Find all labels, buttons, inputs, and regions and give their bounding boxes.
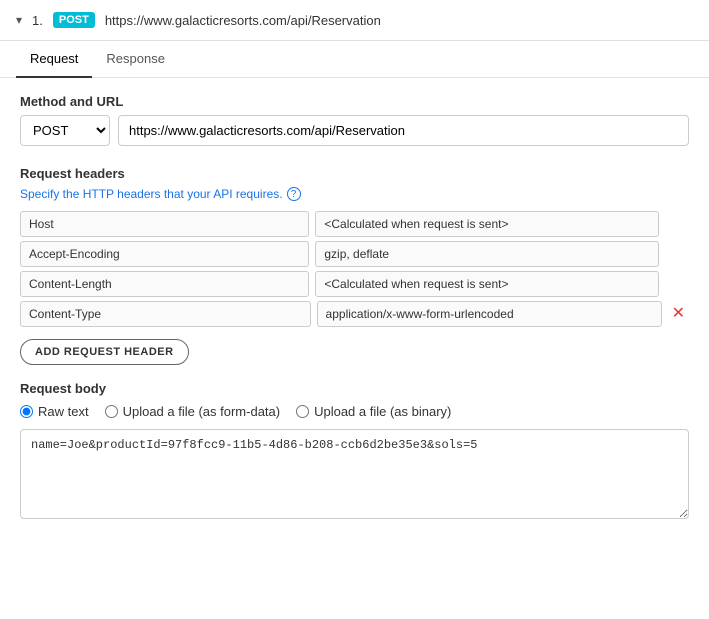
tab-request[interactable]: Request xyxy=(16,41,92,78)
radio-form-data-input[interactable] xyxy=(105,405,118,418)
top-url-text: https://www.galacticresorts.com/api/Rese… xyxy=(105,13,381,28)
headers-subtitle-text: Specify the HTTP headers that your API r… xyxy=(20,187,283,201)
body-textarea[interactable]: name=Joe&productId=97f8fcc9-11b5-4d86-b2… xyxy=(20,429,689,519)
header-row-3: ✕ xyxy=(20,301,689,327)
header-key-2[interactable] xyxy=(20,271,309,297)
header-key-1[interactable] xyxy=(20,241,309,267)
chevron-icon[interactable]: ▾ xyxy=(16,13,22,27)
method-badge: POST xyxy=(53,12,95,28)
header-value-3[interactable] xyxy=(317,301,662,327)
headers-subtitle: Specify the HTTP headers that your API r… xyxy=(20,187,689,201)
radio-binary-label: Upload a file (as binary) xyxy=(314,404,451,419)
header-key-0[interactable] xyxy=(20,211,309,237)
radio-raw-text-label: Raw text xyxy=(38,404,89,419)
method-url-row: POST GET PUT DELETE PATCH xyxy=(20,115,689,146)
radio-binary-input[interactable] xyxy=(296,405,309,418)
method-select[interactable]: POST GET PUT DELETE PATCH xyxy=(20,115,110,146)
header-row-2 xyxy=(20,271,689,297)
radio-form-data-label: Upload a file (as form-data) xyxy=(123,404,281,419)
header-value-2[interactable] xyxy=(315,271,659,297)
request-headers-section: Request headers Specify the HTTP headers… xyxy=(20,166,689,365)
radio-binary[interactable]: Upload a file (as binary) xyxy=(296,404,451,419)
main-content: Method and URL POST GET PUT DELETE PATCH… xyxy=(0,78,709,538)
header-row-0 xyxy=(20,211,689,237)
radio-raw-text[interactable]: Raw text xyxy=(20,404,89,419)
url-input[interactable] xyxy=(118,115,689,146)
header-value-0[interactable] xyxy=(315,211,659,237)
step-number: 1. xyxy=(32,13,43,28)
header-key-3[interactable] xyxy=(20,301,311,327)
header-row-1 xyxy=(20,241,689,267)
body-section-title: Request body xyxy=(20,381,689,396)
add-request-header-button[interactable]: ADD REQUEST HEADER xyxy=(20,339,189,365)
radio-raw-text-input[interactable] xyxy=(20,405,33,418)
delete-header-3-button[interactable]: ✕ xyxy=(668,306,689,322)
request-body-section: Request body Raw text Upload a file (as … xyxy=(20,381,689,522)
header-value-1[interactable] xyxy=(315,241,659,267)
method-url-label: Method and URL xyxy=(20,94,689,109)
tab-response[interactable]: Response xyxy=(92,41,179,78)
radio-form-data[interactable]: Upload a file (as form-data) xyxy=(105,404,281,419)
headers-section-title: Request headers xyxy=(20,166,689,181)
top-bar: ▾ 1. POST https://www.galacticresorts.co… xyxy=(0,0,709,41)
help-icon[interactable]: ? xyxy=(287,187,301,201)
tabs-container: Request Response xyxy=(0,41,709,78)
radio-group: Raw text Upload a file (as form-data) Up… xyxy=(20,404,689,419)
